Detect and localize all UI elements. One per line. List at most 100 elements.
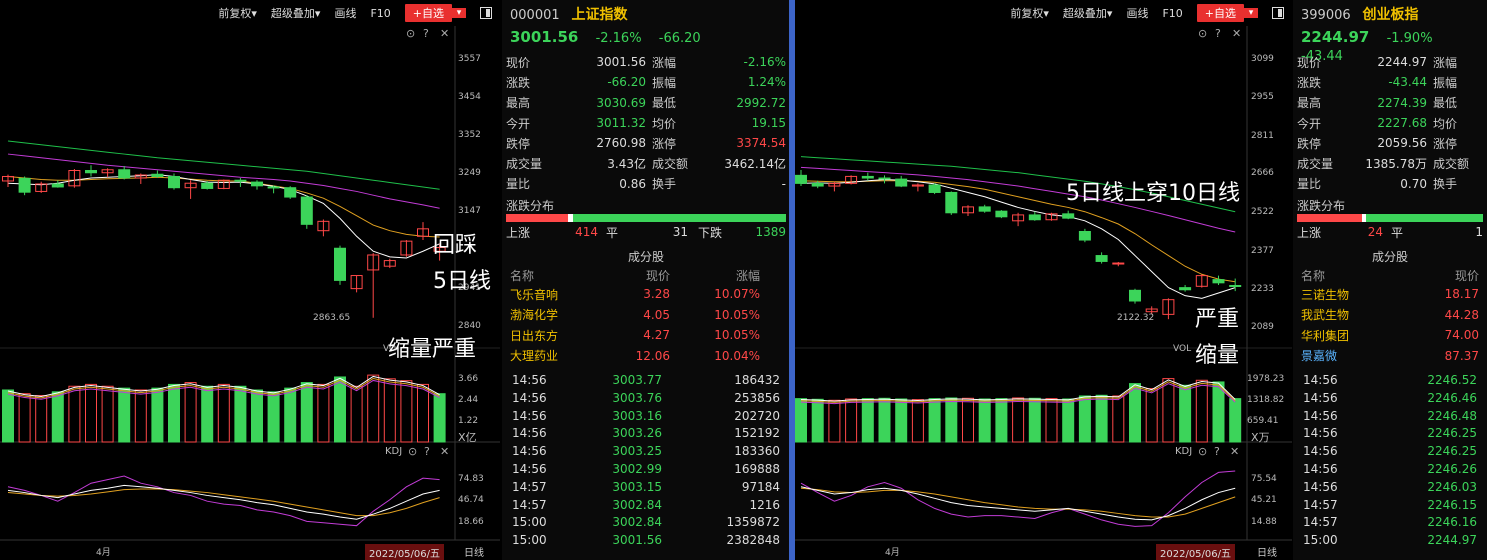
candle-body[interactable] — [168, 175, 180, 189]
candle-body[interactable] — [1078, 230, 1091, 241]
volume-bar[interactable] — [35, 395, 48, 443]
component-row[interactable]: 日出东方 4.27 10.05% — [502, 325, 790, 346]
component-row[interactable]: 我武生物 44.28 — [1293, 305, 1487, 326]
volume-bar[interactable] — [334, 376, 346, 443]
candle-body[interactable] — [978, 206, 991, 212]
candle-body[interactable] — [795, 174, 807, 184]
candle-body[interactable] — [267, 186, 280, 189]
volume-bar[interactable] — [433, 393, 446, 443]
volume-bar[interactable] — [978, 398, 991, 443]
volume-bar[interactable] — [134, 389, 147, 443]
volume-bar[interactable] — [1062, 398, 1075, 443]
volume-bar[interactable] — [962, 397, 974, 443]
candle-body[interactable] — [334, 247, 346, 281]
component-row[interactable]: 飞乐音响 3.28 10.07% — [502, 284, 790, 305]
volume-bar[interactable] — [795, 398, 807, 443]
volume-bar[interactable] — [151, 387, 164, 443]
volume-bar[interactable] — [861, 398, 874, 443]
volume-bar[interactable] — [85, 383, 97, 443]
volume-bar[interactable] — [300, 382, 313, 443]
volume-bar[interactable] — [1045, 398, 1058, 443]
candle-body[interactable] — [201, 182, 214, 189]
volume-bar[interactable] — [184, 382, 197, 443]
volume-bar[interactable] — [317, 383, 330, 443]
candle-body[interactable] — [861, 175, 874, 179]
component-row[interactable]: 三诺生物 18.17 — [1293, 284, 1487, 305]
volume-bar[interactable] — [1012, 397, 1025, 443]
period-label[interactable]: 日线 — [464, 544, 484, 559]
candle-body[interactable] — [151, 173, 164, 177]
volume-bar[interactable] — [911, 399, 924, 443]
candle-body[interactable] — [85, 170, 97, 174]
candle-body[interactable] — [811, 182, 824, 187]
volume-bar[interactable] — [400, 380, 413, 443]
candle-body[interactable] — [878, 177, 891, 180]
candle-body[interactable] — [1028, 214, 1041, 221]
volume-bar[interactable] — [251, 389, 263, 443]
volume-bar[interactable] — [1145, 388, 1158, 443]
candle-body[interactable] — [118, 169, 131, 179]
candle-body[interactable] — [1179, 287, 1192, 291]
candle-body[interactable] — [1129, 289, 1141, 302]
candle-body[interactable] — [1212, 279, 1225, 284]
volume-bar[interactable] — [267, 391, 280, 443]
kdj-close-icon[interactable]: ✕ — [1230, 445, 1239, 458]
volume-bar[interactable] — [234, 385, 247, 443]
volume-bar[interactable] — [18, 393, 31, 443]
volume-bar[interactable] — [928, 398, 941, 443]
volume-bar[interactable] — [828, 399, 841, 443]
component-row[interactable]: 华利集团 74.00 — [1293, 325, 1487, 346]
volume-bar[interactable] — [168, 383, 180, 443]
volume-bar[interactable] — [995, 398, 1008, 443]
right-kline-chart[interactable]: 前复权▾ 超级叠加▾ 画线 F10 +自选 ▾ ⊙ ? ✕ 3099 2955 … — [795, 0, 1292, 560]
volume-bar[interactable] — [1162, 378, 1175, 443]
volume-bar[interactable] — [1078, 395, 1091, 443]
volume-bar[interactable] — [51, 391, 64, 443]
volume-bar[interactable] — [945, 397, 958, 443]
volume-bar[interactable] — [383, 378, 396, 443]
left-kline-chart[interactable]: 前复权▾ 超级叠加▾ 画线 F10 +自选 ▾ ⊙ ? ✕ 3557 3454 … — [0, 0, 500, 560]
volume-bar[interactable] — [367, 374, 380, 443]
volume-bar[interactable] — [1179, 384, 1192, 443]
candle-body[interactable] — [945, 191, 958, 214]
volume-bar[interactable] — [118, 387, 131, 443]
candle-body[interactable] — [284, 187, 297, 198]
volume-bar[interactable] — [201, 385, 214, 443]
volume-bar[interactable] — [350, 385, 363, 443]
volume-bar[interactable] — [284, 387, 297, 443]
kdj-settings-icon[interactable]: ⊙ — [408, 445, 417, 458]
candle-body[interactable] — [928, 184, 941, 193]
component-row[interactable]: 景嘉微 87.37 — [1293, 346, 1487, 367]
volume-bar[interactable] — [217, 383, 230, 443]
kdj-help-icon[interactable]: ? — [424, 445, 430, 458]
candle-body[interactable] — [1095, 255, 1108, 262]
volume-bar[interactable] — [101, 385, 114, 443]
volume-bar[interactable] — [1028, 397, 1041, 443]
volume-bar[interactable] — [1129, 383, 1141, 443]
component-row[interactable]: 大理药业 12.06 10.04% — [502, 346, 790, 367]
candle-body[interactable] — [18, 177, 31, 193]
candle-body[interactable] — [995, 210, 1008, 218]
volume-bar[interactable] — [895, 398, 908, 443]
candle-body[interactable] — [1229, 284, 1242, 287]
kdj-close-icon[interactable]: ✕ — [440, 445, 449, 458]
volume-bar[interactable] — [1112, 395, 1125, 443]
candle-body[interactable] — [251, 181, 263, 187]
candle-body[interactable] — [234, 179, 247, 182]
candle-body[interactable] — [1062, 213, 1075, 219]
volume-bar[interactable] — [1229, 398, 1242, 443]
candle-body[interactable] — [895, 178, 908, 187]
volume-bar[interactable] — [1195, 379, 1208, 443]
volume-bar[interactable] — [68, 385, 81, 443]
candle-body[interactable] — [1112, 262, 1125, 265]
volume-bar[interactable] — [1095, 394, 1108, 443]
volume-bar[interactable] — [845, 398, 858, 443]
volume-bar[interactable] — [2, 389, 14, 443]
candle-body[interactable] — [300, 196, 313, 225]
volume-bar[interactable] — [417, 383, 429, 443]
kdj-settings-icon[interactable]: ⊙ — [1198, 445, 1207, 458]
candle-body[interactable] — [51, 183, 64, 188]
volume-bar[interactable] — [878, 397, 891, 443]
kdj-help-icon[interactable]: ? — [1214, 445, 1220, 458]
period-label[interactable]: 日线 — [1257, 544, 1277, 559]
